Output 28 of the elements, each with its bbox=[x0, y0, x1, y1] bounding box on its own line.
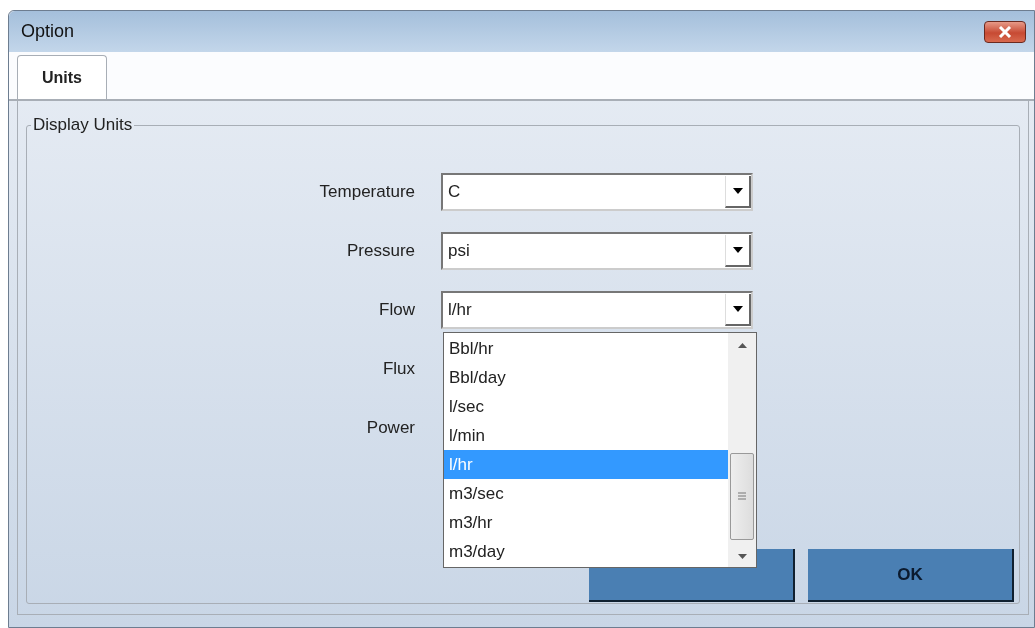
scroll-thumb[interactable] bbox=[730, 452, 754, 540]
list-option[interactable]: Bbl/hr bbox=[444, 334, 728, 363]
tab[interactable]: Units bbox=[17, 55, 107, 99]
grip-icon bbox=[738, 492, 746, 500]
scroll-up-icon bbox=[737, 343, 747, 348]
field-label: Flux bbox=[381, 359, 415, 379]
list-option[interactable]: m3/sec bbox=[444, 479, 728, 508]
ok-button[interactable]: OK bbox=[808, 549, 1014, 602]
list-option[interactable]: m3/day bbox=[444, 537, 728, 566]
list-option[interactable]: l/sec bbox=[444, 392, 728, 421]
list-option[interactable]: Bbl/day bbox=[444, 363, 728, 392]
list-option[interactable]: m3/hr bbox=[444, 508, 728, 537]
scroll-down-icon bbox=[737, 554, 747, 559]
field-label: Power bbox=[365, 418, 415, 438]
field-label: Temperature bbox=[318, 182, 415, 202]
group-title: Display Units bbox=[32, 115, 134, 135]
unit-dropdown[interactable]: C bbox=[441, 173, 753, 211]
field-label: Flow bbox=[378, 300, 415, 320]
field-label: Pressure bbox=[345, 241, 415, 261]
caret-icon bbox=[732, 188, 743, 194]
close-button[interactable] bbox=[984, 20, 1026, 43]
window-title: Option bbox=[21, 21, 75, 42]
close-icon bbox=[997, 25, 1013, 38]
scrollbar[interactable] bbox=[728, 333, 756, 567]
list-option[interactable]: l/min bbox=[444, 421, 728, 450]
caret-icon bbox=[732, 247, 743, 253]
unit-dropdown[interactable]: psi bbox=[441, 232, 753, 270]
caret-icon bbox=[732, 306, 743, 312]
